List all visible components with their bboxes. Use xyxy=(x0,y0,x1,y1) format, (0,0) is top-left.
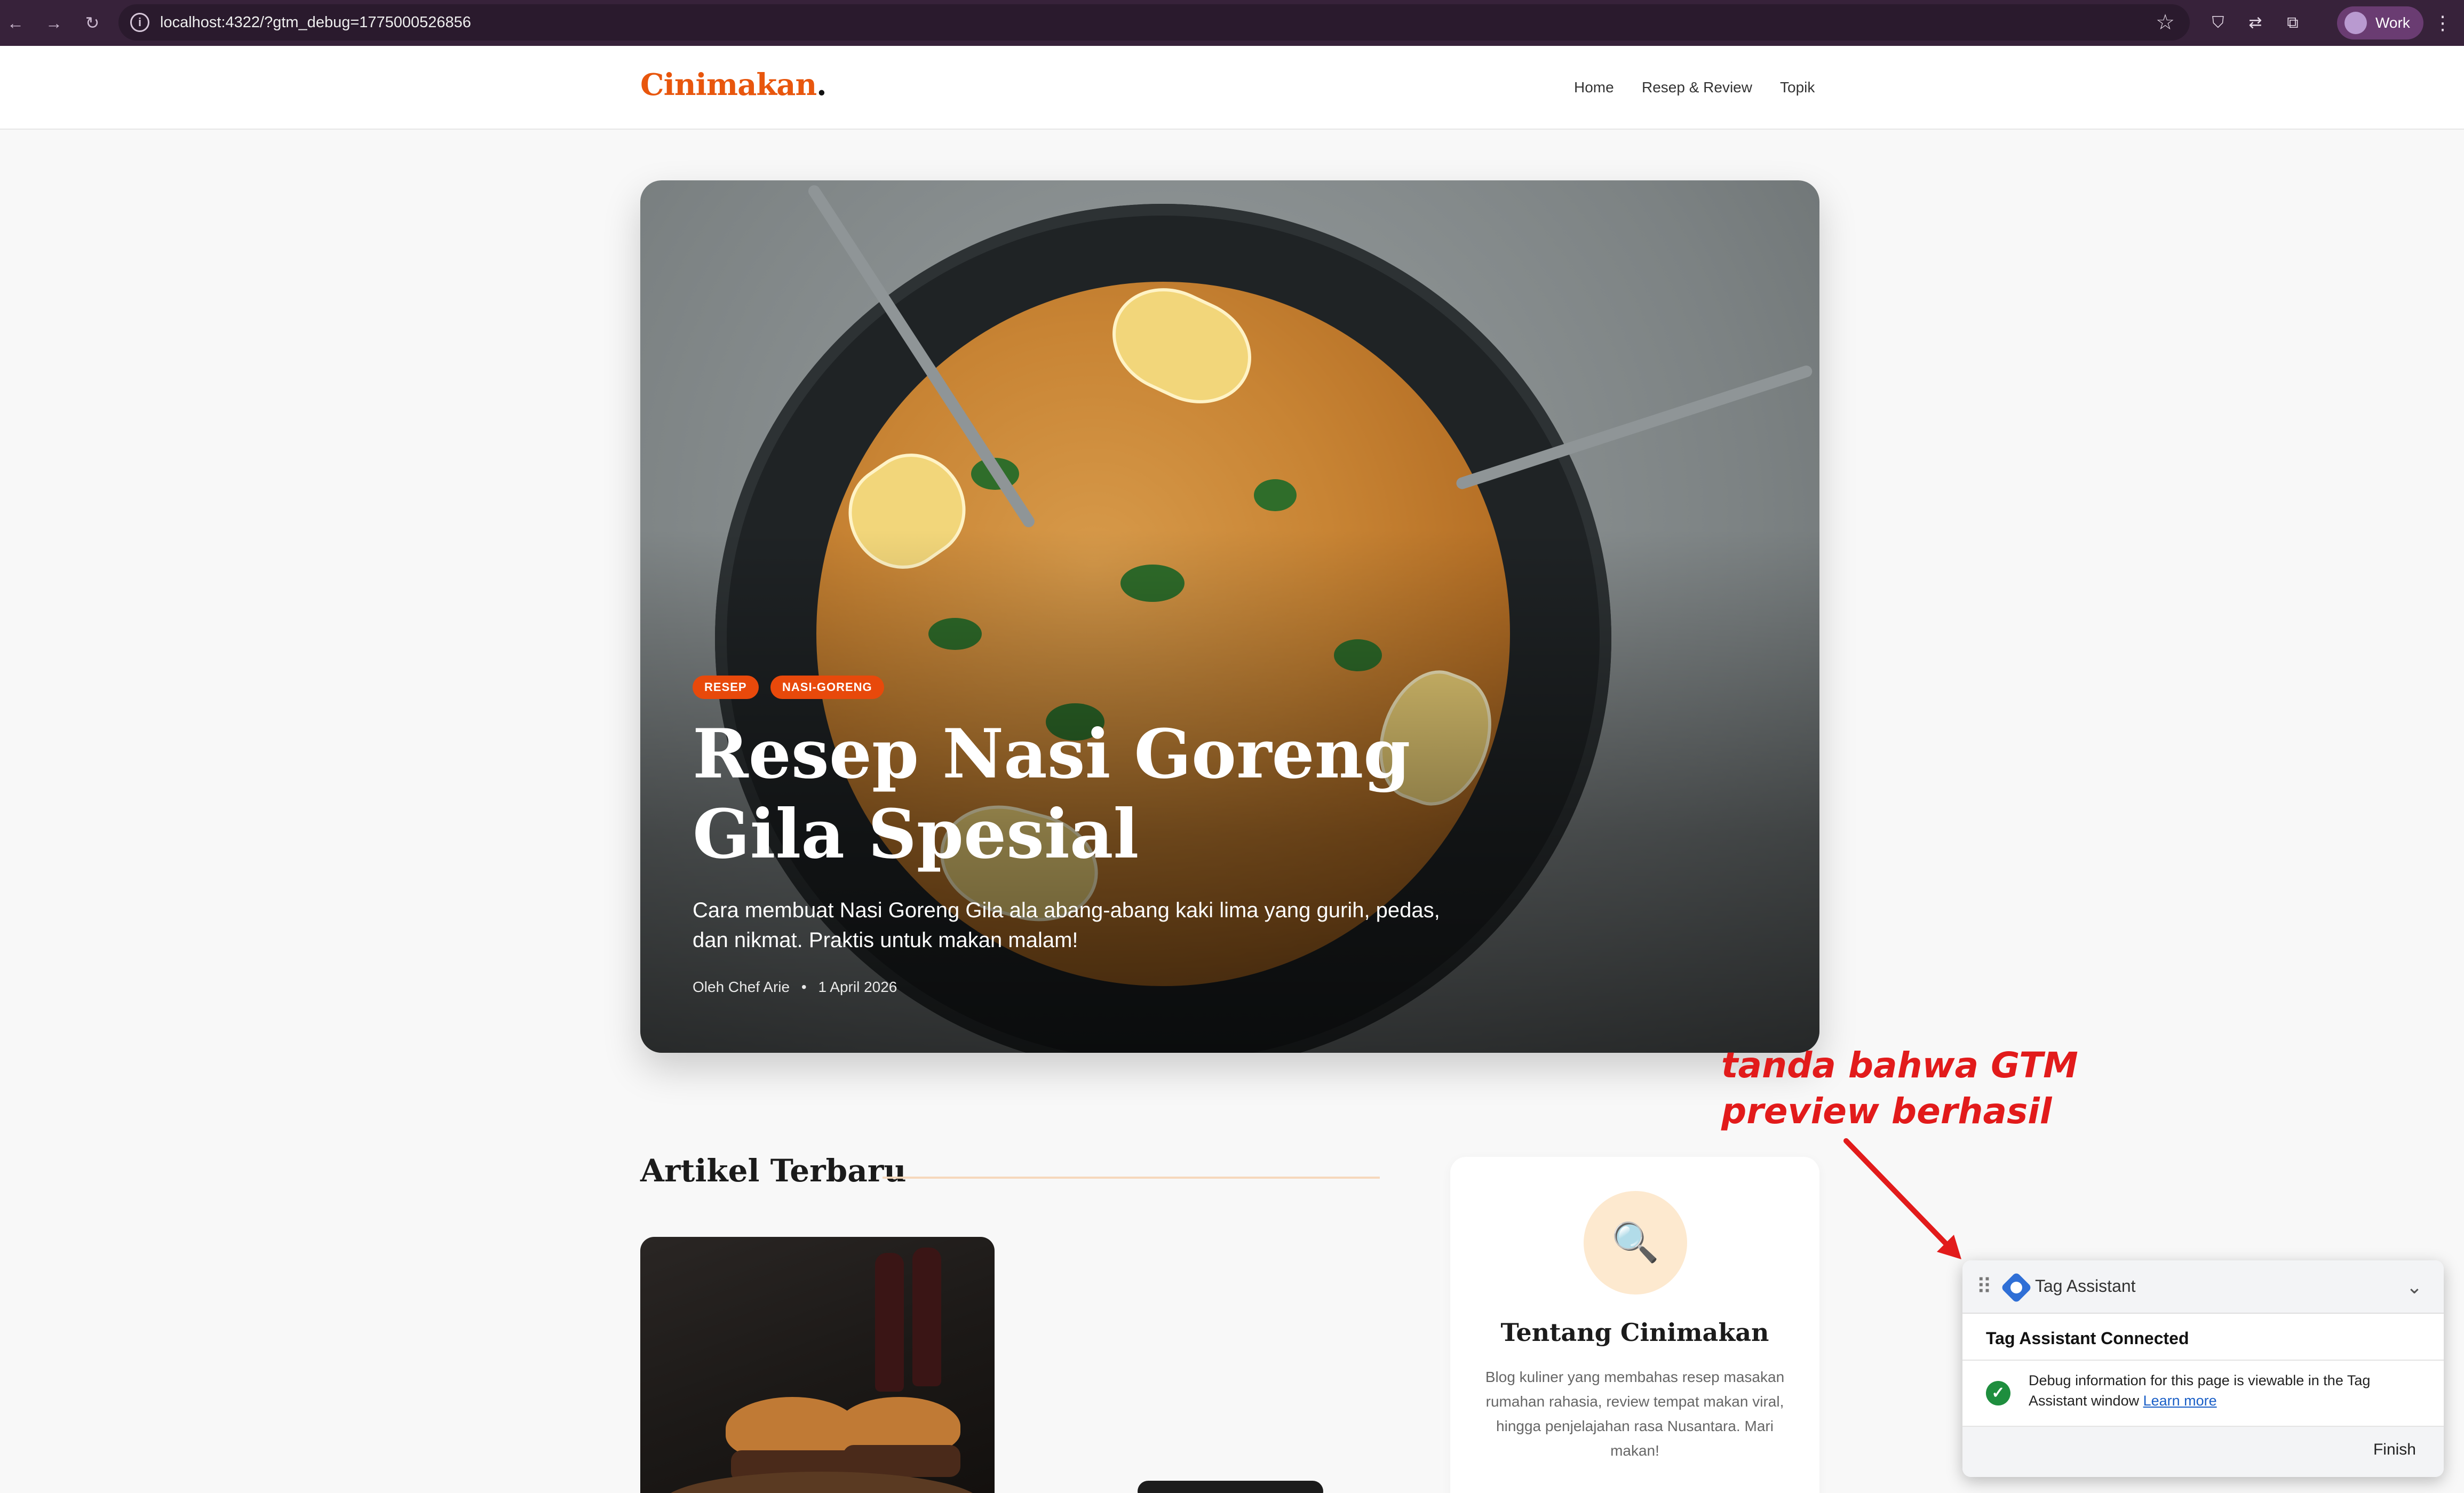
back-icon[interactable]: ← xyxy=(4,12,27,34)
extensions-puzzle-icon[interactable]: ⧉ xyxy=(2280,11,2305,35)
magnifier-icon: 🔍 xyxy=(1584,1191,1687,1295)
about-title: Tentang Cinimakan xyxy=(1500,1318,1769,1347)
meta-separator: • xyxy=(801,979,807,995)
floating-pill[interactable] xyxy=(1138,1481,1323,1493)
hero-title[interactable]: Resep Nasi Goreng Gila Spesial xyxy=(693,714,1493,874)
annotation-arrow-icon xyxy=(1843,1138,1961,1259)
browser-toolbar: ← → ↻ i localhost:4322/?gtm_debug=177500… xyxy=(0,0,2464,46)
tag-assistant-logo-icon xyxy=(2000,1272,2032,1304)
nav-home[interactable]: Home xyxy=(1574,79,1614,96)
forward-icon[interactable]: → xyxy=(43,12,65,34)
debug-message: Debug information for this page is viewa… xyxy=(2029,1372,2371,1409)
section-title-latest: Artikel Terbaru xyxy=(640,1153,907,1189)
profile-label: Work xyxy=(2375,14,2410,31)
about-text: Blog kuliner yang membahas resep masakan… xyxy=(1485,1369,1785,1459)
tag-assistant-footer: Finish xyxy=(1962,1426,2444,1477)
author: Oleh Chef Arie xyxy=(693,979,790,995)
tag-nasi-goreng[interactable]: NASI-GORENG xyxy=(770,676,884,699)
post-date: 1 April 2026 xyxy=(818,979,897,995)
tag-assistant-panel: ⠿ Tag Assistant ⌄ Tag Assistant Connecte… xyxy=(1962,1260,2444,1477)
browser-menu-icon[interactable]: ⋮ xyxy=(2433,11,2452,35)
url-text[interactable]: localhost:4322/?gtm_debug=1775000526856 xyxy=(160,4,471,41)
finish-button[interactable]: Finish xyxy=(2373,1441,2416,1459)
profile-button[interactable]: Work xyxy=(2337,6,2423,39)
address-bar[interactable]: i localhost:4322/?gtm_debug=177500052685… xyxy=(118,4,2190,41)
hero-meta: Oleh Chef Arie • 1 April 2026 xyxy=(693,979,897,996)
collapse-chevron-icon[interactable]: ⌄ xyxy=(2406,1274,2422,1300)
drag-handle-icon[interactable]: ⠿ xyxy=(1976,1274,1992,1300)
bookmark-star-icon[interactable]: ☆ xyxy=(2156,10,2175,35)
connection-status: Tag Assistant Connected xyxy=(1986,1329,2189,1348)
site-logo[interactable]: Cinimakan. xyxy=(640,67,827,102)
site-info-icon[interactable]: i xyxy=(130,13,149,32)
nav-resep-review[interactable]: Resep & Review xyxy=(1642,79,1752,96)
tag-assistant-name: Tag Assistant xyxy=(2035,1276,2136,1296)
site-header: Cinimakan. Home Resep & Review Topik xyxy=(0,46,2464,130)
section-divider xyxy=(883,1177,1380,1179)
tag-assistant-extension-icon[interactable]: ⛉ xyxy=(2206,11,2230,35)
about-card: 🔍 Tentang Cinimakan Blog kuliner yang me… xyxy=(1450,1157,1819,1493)
annotation-text: tanda bahwa GTM preview berhasil xyxy=(1721,1045,2078,1132)
tag-assistant-header: ⠿ Tag Assistant ⌄ xyxy=(1962,1260,2444,1314)
reload-icon[interactable]: ↻ xyxy=(81,12,104,34)
hero-featured-post[interactable]: RESEP NASI-GORENG Resep Nasi Goreng Gila… xyxy=(640,180,1819,1053)
check-circle-icon: ✓ xyxy=(1986,1381,2010,1405)
learn-more-link[interactable]: Learn more xyxy=(2143,1393,2217,1409)
nav-topik[interactable]: Topik xyxy=(1780,79,1815,96)
tag-resep[interactable]: RESEP xyxy=(693,676,759,699)
sync-extension-icon[interactable]: ⇄ xyxy=(2243,11,2268,35)
hero-subtitle: Cara membuat Nasi Goreng Gila ala abang-… xyxy=(693,899,1440,952)
article-card-image[interactable] xyxy=(640,1237,995,1493)
avatar xyxy=(2344,12,2367,34)
